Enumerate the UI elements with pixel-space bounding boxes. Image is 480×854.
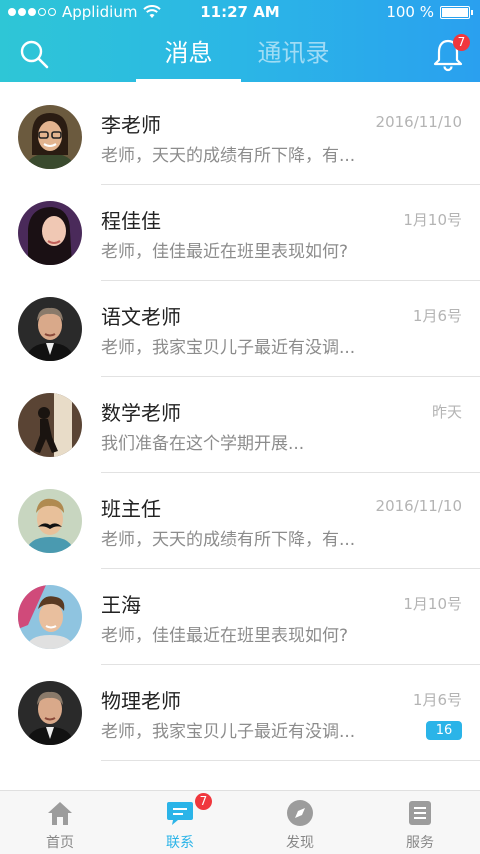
avatar: [18, 297, 82, 361]
unread-count-badge: 16: [426, 721, 462, 740]
contact-name: 程佳佳: [101, 209, 161, 233]
message-time: 昨天: [431, 403, 462, 421]
search-button[interactable]: [16, 36, 52, 72]
divider: [101, 760, 480, 761]
tabbar-label: 首页: [46, 835, 74, 851]
message-time: 1月6号: [412, 307, 462, 325]
app-header: Applidium 11:27 AM 100 % 消息 通讯录 7: [0, 0, 480, 82]
list-item[interactable]: 物理老师 1月6号 老师，我家宝贝儿子最近有没调... 16: [0, 665, 480, 761]
message-time: 2016/11/10: [375, 113, 462, 131]
status-bar: Applidium 11:27 AM 100 %: [0, 0, 480, 24]
contact-name: 班主任: [101, 497, 161, 521]
list-item[interactable]: 班主任 2016/11/10 老师，天天的成绩有所下降，有...: [0, 473, 480, 569]
header-tabs: 消息 通讯录: [136, 26, 346, 82]
message-preview: 老师，我家宝贝儿子最近有没调...: [101, 338, 356, 358]
avatar: [18, 585, 82, 649]
list-item[interactable]: 王海 1月10号 老师，佳佳最近在班里表现如何?: [0, 569, 480, 665]
tabbar-item-home[interactable]: 首页: [0, 791, 120, 854]
chat-icon: [165, 799, 195, 827]
avatar: [18, 393, 82, 457]
avatar: [18, 681, 82, 745]
tabbar-item-discover[interactable]: 发现: [240, 791, 360, 854]
notification-badge: 7: [453, 34, 470, 51]
message-time: 1月10号: [403, 211, 462, 229]
contact-name: 王海: [101, 593, 141, 617]
list-item[interactable]: 语文老师 1月6号 老师，我家宝贝儿子最近有没调...: [0, 281, 480, 377]
message-preview: 我们准备在这个学期开展...: [101, 434, 305, 454]
avatar: [18, 489, 82, 553]
battery-percent: 100 %: [386, 3, 434, 21]
list-item[interactable]: 数学老师 昨天 我们准备在这个学期开展...: [0, 377, 480, 473]
tab-contacts[interactable]: 通讯录: [241, 26, 346, 82]
avatar: [18, 201, 82, 265]
contact-name: 语文老师: [101, 305, 181, 329]
search-icon: [20, 40, 49, 69]
list-item[interactable]: 李老师 2016/11/10 老师，天天的成绩有所下降，有...: [0, 89, 480, 185]
message-time: 1月6号: [412, 691, 462, 709]
notification-button[interactable]: 7: [430, 34, 470, 74]
message-time: 1月10号: [403, 595, 462, 613]
message-preview: 老师，佳佳最近在班里表现如何?: [101, 242, 349, 262]
message-preview: 老师，天天的成绩有所下降，有...: [101, 530, 356, 550]
home-icon: [45, 799, 75, 827]
list-icon: [405, 799, 435, 827]
nav-bar: 消息 通讯录 7: [0, 26, 480, 82]
tabbar-label: 发现: [286, 835, 314, 851]
message-preview: 老师，佳佳最近在班里表现如何?: [101, 626, 349, 646]
tabbar-label: 联系: [166, 835, 194, 851]
tabbar-item-service[interactable]: 服务: [360, 791, 480, 854]
tabbar-item-contact[interactable]: 7 联系: [120, 791, 240, 854]
contact-name: 李老师: [101, 113, 161, 137]
compass-icon: [285, 799, 315, 827]
tabbar-label: 服务: [406, 835, 434, 851]
message-preview: 老师，天天的成绩有所下降，有...: [101, 146, 356, 166]
message-list: 李老师 2016/11/10 老师，天天的成绩有所下降，有... 程佳佳 1月1…: [0, 89, 480, 761]
message-time: 2016/11/10: [375, 497, 462, 515]
tab-messages[interactable]: 消息: [136, 26, 241, 82]
contact-name: 数学老师: [101, 401, 181, 425]
list-item[interactable]: 程佳佳 1月10号 老师，佳佳最近在班里表现如何?: [0, 185, 480, 281]
contact-name: 物理老师: [101, 689, 181, 713]
message-preview: 老师，我家宝贝儿子最近有没调...: [101, 722, 356, 742]
status-right: 100 %: [386, 3, 473, 21]
tabbar-badge: 7: [195, 793, 212, 810]
bottom-tab-bar: 首页 7 联系 发现 服务: [0, 790, 480, 854]
battery-icon: [440, 5, 473, 19]
avatar: [18, 105, 82, 169]
